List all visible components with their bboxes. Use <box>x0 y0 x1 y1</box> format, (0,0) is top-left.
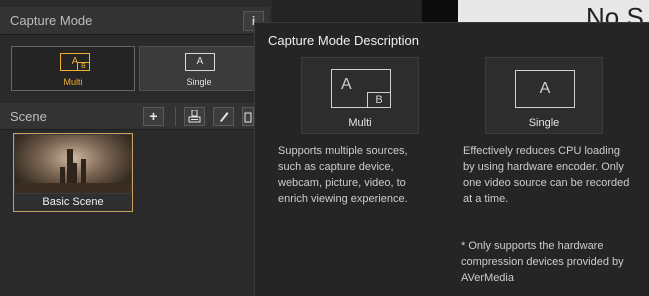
scene-title: Scene <box>10 109 47 124</box>
edit-scene-button[interactable] <box>213 107 234 126</box>
delete-scene-button[interactable] <box>242 107 254 126</box>
capture-mode-selector: A B Multi A Single <box>0 36 270 98</box>
multi-icon-sub: B <box>77 62 90 71</box>
plus-icon: + <box>149 108 158 124</box>
single-description-card: A Single <box>485 57 603 134</box>
multi-card-label: Multi <box>348 117 372 129</box>
multi-mode-button[interactable]: A B Multi <box>11 46 135 91</box>
multi-description-text: Supports multiple sources, such as captu… <box>278 145 408 205</box>
hardware-footnote: * Only supports the hardware compression… <box>461 240 624 284</box>
multi-mode-label: Multi <box>63 77 83 87</box>
keyboard-icon <box>188 109 201 123</box>
trash-icon <box>244 112 252 123</box>
left-panel: Capture Mode i A B Multi A Single Scene … <box>0 0 272 296</box>
add-scene-button[interactable]: + <box>143 107 164 126</box>
scene-name: Basic Scene <box>14 194 132 211</box>
single-mode-label: Single <box>186 77 212 87</box>
single-mode-button[interactable]: A Single <box>139 46 259 91</box>
single-card-label: Single <box>528 117 560 129</box>
multi-description-card: A B Multi <box>301 57 419 134</box>
capture-mode-title: Capture Mode <box>10 13 93 28</box>
multi-card-icon: A B <box>331 69 391 108</box>
popup-title: Capture Mode Description <box>268 33 420 48</box>
scene-settings-button[interactable] <box>184 107 205 126</box>
multi-card-icon-sub: B <box>367 92 391 108</box>
multi-card-icon-main: A <box>341 76 352 93</box>
capture-mode-header: Capture Mode <box>0 7 270 35</box>
toolbar-divider <box>175 107 176 126</box>
pencil-icon <box>220 112 229 122</box>
scene-thumbnail <box>15 135 131 193</box>
capture-mode-description-popup: Capture Mode Description A B Multi A Sin… <box>254 22 649 296</box>
single-description-text: Effectively reduces CPU loading by using… <box>463 145 630 205</box>
multi-mode-icon: A B <box>60 53 90 71</box>
single-card-icon: A <box>515 70 575 108</box>
scene-card[interactable]: Basic Scene <box>13 133 133 212</box>
single-mode-icon: A <box>185 53 215 71</box>
